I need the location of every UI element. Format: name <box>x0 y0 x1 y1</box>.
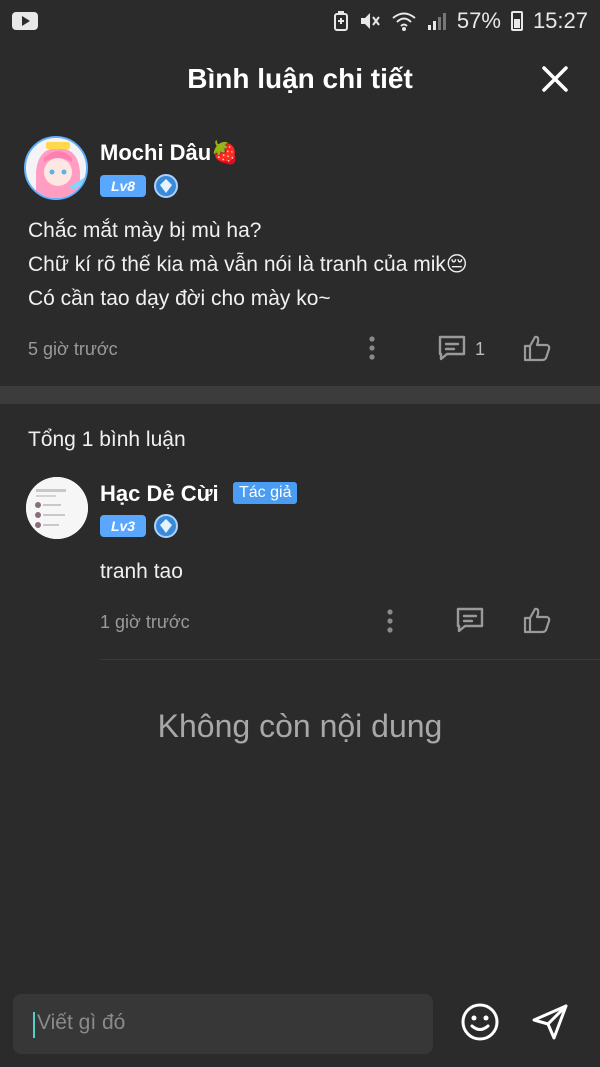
battery-saver-icon <box>333 11 348 31</box>
main-comment: Mochi Dâu🍓 Lv8 Chắc mắt mày bị mù ha? Ch… <box>0 116 600 386</box>
page-title: Bình luận chi tiết <box>187 63 413 94</box>
comment-input[interactable]: Viết gì đó <box>13 994 433 1054</box>
comment-line: Chắc mắt mày bị mù ha? <box>28 219 262 242</box>
avatar[interactable] <box>24 136 88 200</box>
input-placeholder: Viết gì đó <box>37 1011 126 1034</box>
reply-icon[interactable] <box>437 334 467 362</box>
total-comments-label: Tổng 1 bình luận <box>28 428 186 451</box>
more-options-icon[interactable] <box>364 335 380 361</box>
level-badge: Lv3 <box>100 515 146 537</box>
section-divider <box>0 386 600 404</box>
close-icon[interactable] <box>540 64 570 94</box>
youtube-notification-icon <box>12 12 38 30</box>
clock: 15:27 <box>532 8 588 33</box>
avatar[interactable] <box>26 477 88 539</box>
comment-line: Có cần tao dạy đời cho mày ko~ <box>28 287 331 310</box>
emoji-icon[interactable] <box>460 1002 500 1042</box>
comment-line: Chữ kí rõ thế kia mà vẫn nói là tranh củ… <box>28 253 468 276</box>
gem-badge-icon <box>154 174 178 198</box>
gem-badge-icon <box>154 514 178 538</box>
status-icons: 57% 15:27 <box>333 8 588 34</box>
header: Bình luận chi tiết <box>0 42 600 116</box>
avatar-image <box>26 138 86 198</box>
wifi-icon <box>392 12 416 31</box>
empty-state-message: Không còn nội dung <box>157 708 443 744</box>
status-bar: 57% 15:27 <box>0 0 600 42</box>
send-icon[interactable] <box>530 1002 570 1042</box>
username[interactable]: Hạc Dẻ Cừi <box>100 481 219 507</box>
like-icon[interactable] <box>522 605 552 635</box>
username[interactable]: Mochi Dâu🍓 <box>100 140 239 166</box>
more-options-icon[interactable] <box>382 608 398 634</box>
reply-divider <box>100 659 600 660</box>
battery-percent: 57% <box>456 8 501 33</box>
reply-body: tranh tao <box>100 560 183 583</box>
comment-composer: Viết gì đó <box>0 982 600 1067</box>
mute-icon <box>360 13 380 29</box>
comment-timestamp: 5 giờ trước <box>28 339 118 359</box>
signal-icon <box>427 13 446 30</box>
badges: Lv3 <box>100 514 178 538</box>
like-icon[interactable] <box>522 333 552 363</box>
battery-icon <box>510 11 523 31</box>
avatar-image <box>26 477 88 539</box>
level-badge: Lv8 <box>100 175 146 197</box>
reply-timestamp: 1 giờ trước <box>100 612 190 632</box>
comment-body: Chắc mắt mày bị mù ha? Chữ kí rõ thế kia… <box>28 214 468 316</box>
reply-count: 1 <box>475 339 486 359</box>
badges: Lv8 <box>100 174 178 198</box>
reply-icon[interactable] <box>455 606 485 634</box>
text-caret <box>33 1012 35 1038</box>
author-badge: Tác giả <box>233 482 298 504</box>
